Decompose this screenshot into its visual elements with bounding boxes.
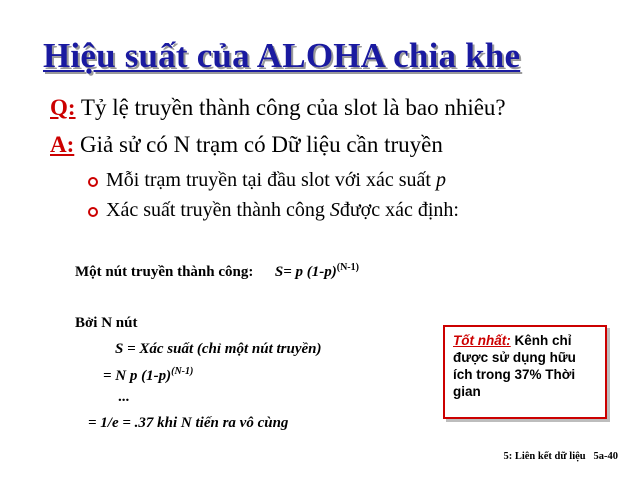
by-n-line1: S = Xác suất (chỉ một nút truyền) — [115, 341, 322, 357]
bullet-text: Xác suất truyền thành công — [106, 199, 325, 221]
question-text: Tỷ lệ truyền thành công của slot là bao … — [75, 95, 506, 120]
bullet-var: S — [329, 199, 340, 221]
answer-label: A: — [50, 132, 75, 157]
question-line: Q: Tỷ lệ truyền thành công của slot là b… — [50, 95, 506, 121]
formula-label: Một nút truyền thành công: — [75, 264, 254, 280]
formula-expr: S= p (1-p) — [274, 264, 337, 280]
bullet-var: p — [435, 169, 446, 191]
by-n-label: Bởi N nút — [75, 315, 138, 331]
slide-title: Hiệu suất của ALOHA chia khe — [43, 36, 521, 75]
question-label: Q: — [50, 95, 76, 120]
formula-exponent: (N-1) — [336, 262, 359, 273]
answer-line: A: Giả sử có N trạm có Dữ liệu cần truyề… — [50, 132, 443, 158]
by-n-line2: = N p (1-p)(N-1) — [103, 366, 193, 385]
by-n-dots: ... — [118, 389, 130, 405]
bullet-item-2: Xác suất truyền thành công S được xác đị… — [88, 199, 459, 222]
bullet-item-1: Mỗi trạm truyền tại đầu slot với xác suấ… — [88, 169, 446, 192]
footer-page: 5a-40 — [593, 451, 619, 462]
best-note-box: Tốt nhất: Kênh chỉ được sử dụng hữu ích … — [443, 325, 607, 419]
by-n-line2-exponent: (N-1) — [171, 366, 194, 377]
by-n-line2-expr: = N p (1-p) — [103, 368, 172, 384]
answer-text: Giả sử có N trạm có Dữ liệu cần truyền — [74, 132, 443, 157]
bullet-text: Mỗi trạm truyền tại đầu slot với xác suấ… — [106, 169, 431, 191]
bullet-icon — [88, 206, 98, 217]
by-n-line3: = 1/e = .37 khi N tiến ra vô cùng — [88, 415, 289, 431]
note-label: Tốt nhất: — [453, 333, 511, 348]
slide-footer: 5: Liên kết dữ liệu 5a-40 — [503, 451, 618, 462]
bullet-tail: được xác định: — [339, 199, 459, 221]
formula-single-node: Một nút truyền thành công: S= p (1-p)(N-… — [75, 262, 359, 281]
footer-chapter: 5: Liên kết dữ liệu — [503, 451, 586, 462]
bullet-icon — [88, 176, 98, 187]
